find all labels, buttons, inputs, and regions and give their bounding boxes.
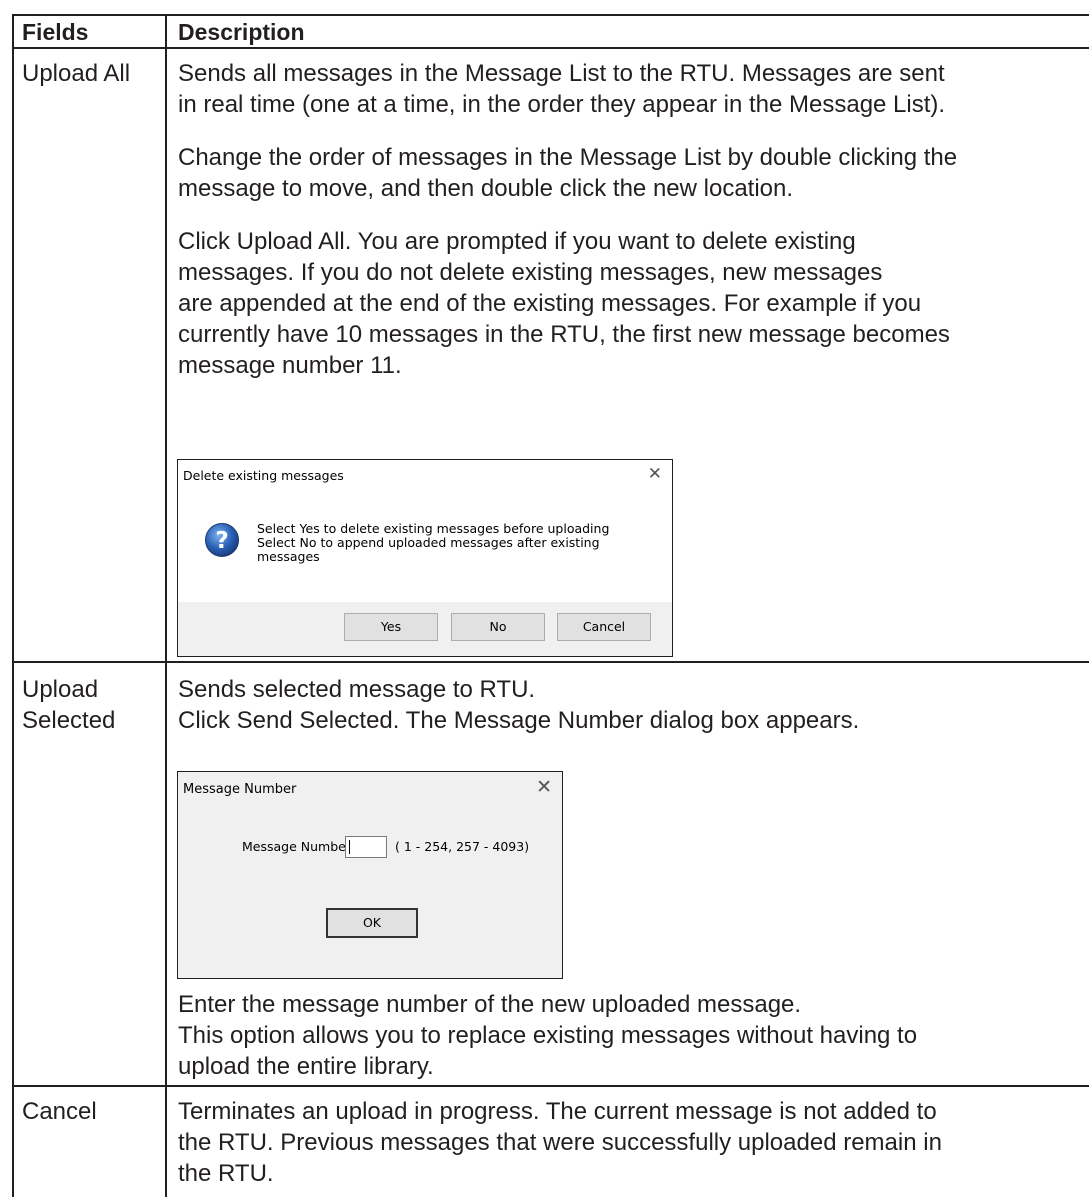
description-upload-selected-top: Sends selected message to RTU. Click Sen…	[178, 674, 859, 736]
fields-description-table: Fields Description Upload All Sends all …	[0, 0, 1089, 1197]
header-bottom-rule	[12, 47, 1089, 49]
field-cancel: Cancel	[22, 1098, 97, 1125]
description-cancel: Terminates an upload in progress. The cu…	[178, 1096, 942, 1189]
question-icon: ?	[205, 523, 239, 557]
close-icon[interactable]: ✕	[536, 776, 552, 798]
row-divider	[12, 1085, 1089, 1087]
row-divider	[12, 661, 1089, 663]
field-upload-all: Upload All	[22, 60, 131, 87]
header-description: Description	[178, 19, 305, 45]
message-number-input[interactable]	[345, 836, 387, 858]
paragraph: Enter the message number of the new uplo…	[178, 991, 918, 1080]
dialog-message: Select Yes to delete existing messages b…	[257, 521, 610, 564]
table-left-rule	[12, 14, 14, 1197]
column-divider	[165, 14, 167, 1197]
svg-text:?: ?	[215, 528, 228, 554]
description-upload-all: Sends all messages in the Message List t…	[178, 58, 957, 381]
table-top-rule	[12, 14, 1089, 16]
paragraph: Sends selected message to RTU. Click Sen…	[178, 676, 860, 734]
paragraph: Click Upload All. You are prompted if yo…	[178, 228, 950, 379]
dialog-title: Delete existing messages	[183, 468, 344, 483]
text-caret	[349, 840, 350, 854]
description-upload-selected-bottom: Enter the message number of the new uplo…	[178, 989, 917, 1082]
paragraph: Sends all messages in the Message List t…	[178, 60, 946, 118]
header-fields: Fields	[22, 19, 89, 45]
message-number-label: Message Number	[242, 839, 351, 854]
close-icon[interactable]: ✕	[648, 464, 662, 484]
message-number-range: ( 1 - 254, 257 - 4093)	[395, 839, 530, 854]
field-upload-selected: Upload Selected	[22, 676, 116, 734]
paragraph: Terminates an upload in progress. The cu…	[178, 1098, 942, 1187]
ok-button[interactable]: OK	[326, 908, 418, 938]
message-number-dialog: Message Number ✕ Message Number ( 1 - 25…	[177, 771, 563, 979]
delete-existing-messages-dialog: Delete existing messages ✕ ? Select Yes …	[177, 459, 673, 657]
paragraph: Change the order of messages in the Mess…	[178, 144, 958, 202]
no-button[interactable]: No	[451, 613, 545, 641]
cancel-button[interactable]: Cancel	[557, 613, 651, 641]
yes-button[interactable]: Yes	[344, 613, 438, 641]
dialog-title: Message Number	[183, 782, 297, 797]
